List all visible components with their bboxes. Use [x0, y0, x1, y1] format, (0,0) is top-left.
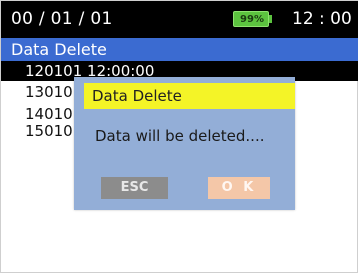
- dialog-title: Data Delete: [92, 87, 182, 105]
- esc-button[interactable]: ESC: [101, 177, 168, 199]
- record-label: 15010: [25, 122, 73, 140]
- battery-terminal: [269, 15, 272, 23]
- time-display: 12 : 00: [292, 9, 352, 29]
- record-label: 13010: [25, 83, 73, 101]
- battery-icon: 99%: [233, 11, 269, 27]
- delete-confirm-dialog: Data Delete Data will be deleted.... ESC…: [74, 77, 295, 210]
- ok-button[interactable]: O K: [208, 177, 270, 199]
- dialog-message: Data will be deleted....: [95, 127, 265, 145]
- device-screen: 00 / 01 / 01 99% 12 : 00 Data Delete 120…: [0, 0, 358, 273]
- screen-title: Data Delete: [11, 40, 107, 59]
- date-display: 00 / 01 / 01: [11, 9, 113, 29]
- screen-title-bar: Data Delete: [1, 38, 358, 61]
- status-bar: 00 / 01 / 01 99% 12 : 00: [1, 1, 358, 38]
- battery-level: 99%: [240, 14, 264, 25]
- dialog-title-bar: Data Delete: [84, 83, 295, 109]
